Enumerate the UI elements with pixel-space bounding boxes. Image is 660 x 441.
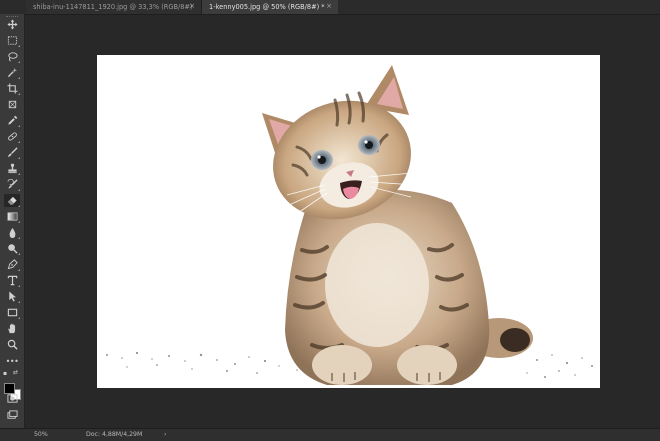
rectangle-tool-icon[interactable]: [4, 306, 20, 319]
blur-tool-icon[interactable]: [4, 226, 20, 239]
eyedropper-tool-icon[interactable]: [4, 114, 20, 127]
marquee-tool-icon[interactable]: [4, 34, 20, 47]
default-colors-icon[interactable]: ▪: [3, 370, 7, 377]
type-tool-icon[interactable]: [4, 274, 20, 287]
zoom-level[interactable]: 50%: [34, 431, 48, 438]
more-tools-icon[interactable]: •••: [4, 355, 20, 368]
foreground-color-swatch[interactable]: [4, 383, 15, 394]
kitten-photo: [106, 65, 593, 385]
hand-tool-icon[interactable]: [4, 322, 20, 335]
lasso-tool-icon[interactable]: [4, 50, 20, 63]
move-tool-icon[interactable]: [4, 18, 20, 31]
magic-wand-tool-icon[interactable]: [4, 66, 20, 79]
dodge-tool-icon[interactable]: [4, 242, 20, 255]
frame-tool-icon[interactable]: [4, 98, 20, 111]
tab-title: 1-kenny005.jpg @ 50% (RGB/8#) *: [209, 3, 325, 11]
status-menu-arrow-icon[interactable]: ›: [164, 431, 166, 438]
clone-stamp-tool-icon[interactable]: [4, 162, 20, 175]
history-brush-tool-icon[interactable]: [4, 178, 20, 191]
zoom-tool-icon[interactable]: [4, 338, 20, 351]
healing-brush-tool-icon[interactable]: [4, 130, 20, 143]
path-selection-tool-icon[interactable]: [4, 290, 20, 303]
crop-tool-icon[interactable]: [4, 82, 20, 95]
screen-mode-icon[interactable]: [4, 409, 20, 422]
tab-kenny[interactable]: 1-kenny005.jpg @ 50% (RGB/8#) * ×: [202, 0, 338, 14]
close-icon[interactable]: ×: [326, 2, 332, 10]
swap-colors-icon[interactable]: ⇄: [13, 369, 18, 376]
document-canvas[interactable]: [97, 55, 600, 388]
gradient-tool-icon[interactable]: [4, 210, 20, 223]
status-bar: 50% Doc: 4,88M/4,29M ›: [0, 428, 660, 441]
document-tab-bar: shiba-inu-1147811_1920.jpg @ 33,3% (RGB/…: [0, 0, 660, 15]
eraser-tool-icon[interactable]: [4, 194, 20, 207]
tab-title: shiba-inu-1147811_1920.jpg @ 33,3% (RGB/…: [33, 3, 193, 11]
tools-panel: ••• ▪ ⇄: [0, 14, 25, 428]
close-icon[interactable]: ×: [189, 2, 195, 10]
document-size: Doc: 4,88M/4,29M: [86, 431, 143, 438]
tab-shiba-inu[interactable]: shiba-inu-1147811_1920.jpg @ 33,3% (RGB/…: [26, 0, 202, 14]
brush-tool-icon[interactable]: [4, 146, 20, 159]
pen-tool-icon[interactable]: [4, 258, 20, 271]
